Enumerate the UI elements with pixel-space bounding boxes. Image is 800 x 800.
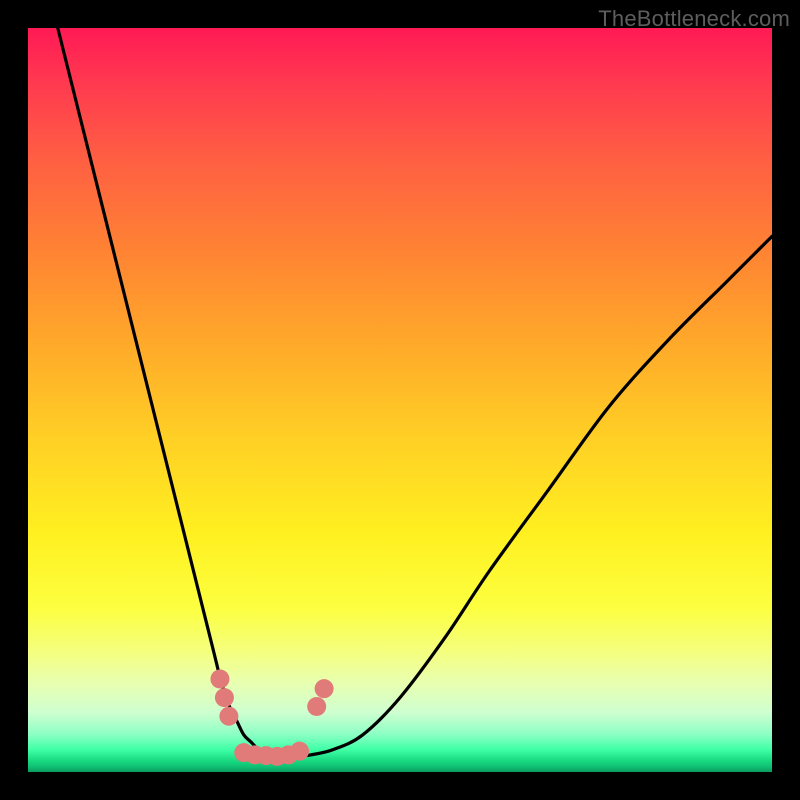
chart-svg [28, 28, 772, 772]
bottleneck-curve [58, 28, 772, 757]
data-marker [215, 688, 234, 707]
chart-frame [28, 28, 772, 772]
watermark-text: TheBottleneck.com [598, 6, 790, 32]
data-marker [315, 679, 334, 698]
data-marker [245, 745, 264, 764]
data-marker [234, 743, 253, 762]
data-marker [257, 746, 276, 765]
data-marker [219, 707, 238, 726]
data-marker [210, 670, 229, 689]
data-marker [307, 697, 326, 716]
data-marker [279, 745, 298, 764]
data-marker [290, 742, 309, 761]
markers-group [210, 670, 333, 766]
data-marker [268, 747, 287, 766]
